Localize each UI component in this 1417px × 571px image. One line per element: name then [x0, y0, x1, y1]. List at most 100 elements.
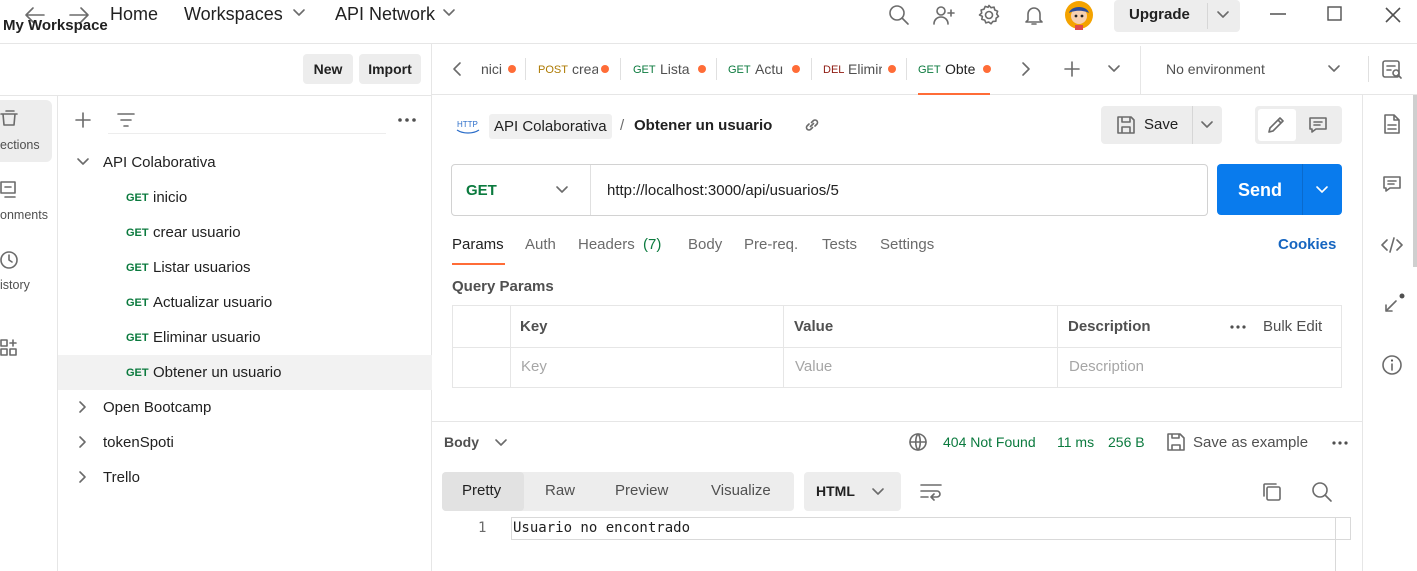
tab-label[interactable]: Lista [660, 61, 692, 77]
response-body-text[interactable]: Usuario no encontrado [513, 520, 690, 536]
bulk-edit-button[interactable]: Bulk Edit [1263, 318, 1322, 335]
link-icon[interactable] [803, 116, 821, 134]
upgrade-label[interactable]: Upgrade [1129, 6, 1190, 23]
response-time[interactable]: 11 ms [1057, 434, 1094, 450]
rail-label-history[interactable]: istory [0, 278, 30, 292]
tab-label[interactable]: Actu [755, 61, 787, 77]
wrap-lines-icon[interactable] [919, 481, 943, 501]
chevron-right-icon[interactable] [77, 435, 89, 449]
comment-mode-icon[interactable] [1307, 114, 1329, 136]
chevron-down-icon[interactable] [555, 185, 569, 195]
send-label[interactable]: Send [1238, 180, 1282, 201]
more-options-icon[interactable] [1229, 321, 1247, 333]
request-title[interactable]: Obtener un usuario [634, 117, 772, 134]
tab-prereq[interactable]: Pre-req. [744, 236, 798, 253]
cookies-link[interactable]: Cookies [1278, 236, 1336, 253]
tab-label[interactable]: crea [572, 61, 598, 77]
chevron-down-icon[interactable] [292, 8, 306, 18]
rail-label-collections[interactable]: ections [0, 138, 40, 152]
tab-params[interactable]: Params [452, 236, 504, 253]
info-icon[interactable] [1381, 354, 1403, 376]
chevron-down-icon[interactable] [1315, 185, 1329, 195]
apps-icon[interactable] [0, 338, 20, 358]
collection-item[interactable]: API Colaborativa [103, 154, 216, 171]
minimize-icon[interactable] [1268, 6, 1288, 22]
description-input[interactable]: Description [1069, 358, 1144, 375]
chevron-down-icon[interactable] [1200, 120, 1214, 130]
filter-input[interactable] [108, 106, 386, 134]
rail-label-environments[interactable]: onments [0, 208, 48, 222]
bell-icon[interactable] [1022, 3, 1046, 27]
tab-auth[interactable]: Auth [525, 236, 556, 253]
view-visualize[interactable]: Visualize [711, 482, 771, 499]
invite-user-icon[interactable] [932, 3, 956, 27]
method-select[interactable]: GET [466, 182, 497, 199]
maximize-icon[interactable] [1326, 5, 1344, 23]
more-options-icon[interactable] [397, 113, 417, 127]
tab-body[interactable]: Body [688, 236, 722, 253]
tab-settings[interactable]: Settings [880, 236, 934, 253]
view-preview[interactable]: Preview [615, 482, 668, 499]
save-label[interactable]: Save [1144, 116, 1178, 133]
globe-icon[interactable] [908, 432, 928, 452]
chevron-left-icon[interactable] [451, 61, 463, 77]
request-item[interactable]: inicio [153, 189, 187, 206]
response-size[interactable]: 256 B [1108, 434, 1145, 450]
tab-label-active[interactable]: Obte [945, 61, 977, 77]
scrollbar[interactable] [1413, 95, 1417, 267]
chevron-down-icon[interactable] [871, 487, 885, 497]
tab-headers[interactable]: Headers [578, 236, 635, 253]
breadcrumb-collection[interactable]: API Colaborativa [489, 114, 612, 139]
workspaces-menu[interactable]: Workspaces [184, 3, 283, 25]
plus-icon[interactable] [74, 111, 92, 129]
view-raw[interactable]: Raw [545, 482, 575, 499]
collection-item[interactable]: Open Bootcamp [103, 399, 211, 416]
more-options-icon[interactable] [1331, 437, 1349, 449]
search-icon[interactable] [887, 3, 911, 27]
new-tab-plus-icon[interactable] [1063, 60, 1081, 78]
request-item[interactable]: Actualizar usuario [153, 294, 272, 311]
request-item[interactable]: Listar usuarios [153, 259, 251, 276]
chevron-down-icon[interactable] [1327, 64, 1341, 74]
request-item[interactable]: Eliminar usuario [153, 329, 261, 346]
import-button[interactable]: Import [359, 54, 421, 84]
avatar[interactable] [1064, 0, 1094, 30]
view-pretty[interactable]: Pretty [462, 482, 501, 499]
tab-label[interactable]: nici [481, 61, 505, 77]
chevron-down-icon[interactable] [1216, 10, 1230, 20]
chevron-down-icon[interactable] [442, 8, 456, 18]
gear-icon[interactable] [977, 3, 1001, 27]
key-input[interactable]: Key [521, 358, 547, 375]
chevron-down-icon[interactable] [494, 438, 508, 448]
value-input[interactable]: Value [795, 358, 832, 375]
chevron-right-icon[interactable] [77, 470, 89, 484]
request-item[interactable]: Obtener un usuario [153, 364, 281, 381]
copy-icon[interactable] [1261, 481, 1283, 503]
url-input[interactable]: http://localhost:3000/api/usuarios/5 [607, 182, 839, 199]
api-network-menu[interactable]: API Network [335, 3, 435, 25]
environment-select[interactable]: No environment [1166, 61, 1265, 77]
comments-icon[interactable] [1382, 174, 1402, 194]
code-icon[interactable] [1380, 235, 1404, 255]
new-button[interactable]: New [303, 54, 353, 84]
documentation-icon[interactable] [1382, 113, 1402, 135]
response-body-label[interactable]: Body [444, 434, 479, 450]
close-icon[interactable] [1383, 5, 1403, 25]
filter-icon[interactable] [116, 111, 136, 129]
environment-quick-look-icon[interactable] [1381, 58, 1403, 80]
request-item[interactable]: crear usuario [153, 224, 241, 241]
format-label[interactable]: HTML [816, 483, 855, 499]
search-icon[interactable] [1311, 481, 1333, 503]
chevron-down-icon[interactable] [1107, 64, 1121, 74]
chevron-right-icon[interactable] [77, 400, 89, 414]
save-as-example-button[interactable]: Save as example [1193, 434, 1308, 451]
related-icon[interactable] [1383, 292, 1407, 314]
response-divider[interactable] [432, 421, 1362, 422]
home-link[interactable]: Home [110, 3, 158, 25]
collection-item[interactable]: Trello [103, 469, 140, 486]
collection-item[interactable]: tokenSpoti [103, 434, 174, 451]
tab-tests[interactable]: Tests [822, 236, 857, 253]
chevron-down-icon[interactable] [76, 156, 90, 168]
status-badge[interactable]: 404 Not Found [943, 434, 1036, 450]
workspace-title[interactable]: My Workspace [3, 17, 108, 34]
